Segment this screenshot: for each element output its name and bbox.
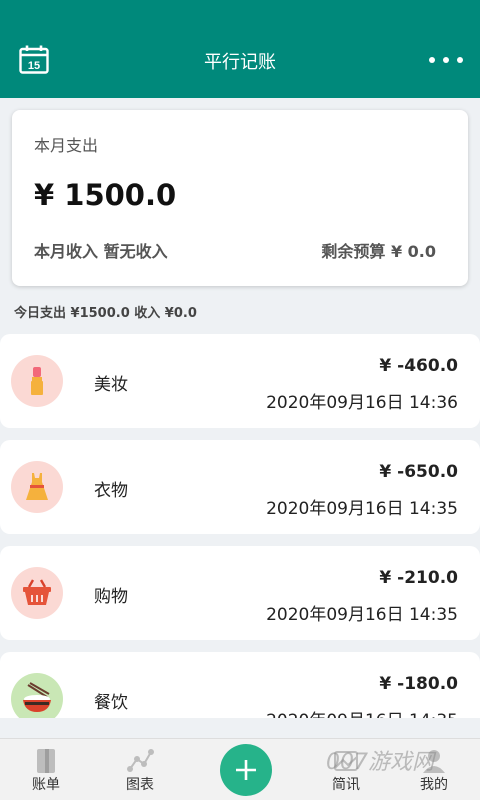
record-time: 2020年09月16日 14:35 [266, 706, 458, 718]
plus-icon [236, 760, 256, 780]
list-item[interactable]: 衣物 ¥ -650.0 2020年09月16日 14:35 [0, 440, 480, 534]
monthly-expense-label: 本月支出 [34, 136, 99, 155]
tab-chart-label: 图表 [126, 777, 154, 793]
record-category: 美妆 [94, 375, 128, 395]
monthly-income: 本月收入 暂无收入 [34, 242, 168, 261]
lipstick-icon [11, 355, 63, 407]
record-time: 2020年09月16日 14:35 [266, 605, 458, 625]
record-time: 2020年09月16日 14:36 [266, 393, 458, 413]
record-list[interactable]: 美妆 ¥ -460.0 2020年09月16日 14:36 衣物 ¥ -650.… [0, 334, 480, 718]
add-record-button[interactable] [220, 744, 272, 796]
app-title: 平行记账 [204, 52, 276, 73]
record-amount: ¥ -650.0 [379, 462, 458, 482]
tab-mine-label: 我的 [420, 777, 448, 793]
tab-bill-label: 账单 [32, 777, 60, 793]
list-item[interactable]: 餐饮 ¥ -180.0 2020年09月16日 14:35 [0, 652, 480, 718]
record-amount: ¥ -460.0 [379, 356, 458, 376]
monthly-expense-amount: ¥ 1500.0 [34, 178, 177, 212]
bill-icon [37, 749, 55, 773]
tab-bill[interactable]: 账单 [6, 739, 86, 800]
list-item[interactable]: 购物 ¥ -210.0 2020年09月16日 14:35 [0, 546, 480, 640]
record-category: 衣物 [94, 481, 128, 501]
watermark: 007游戏网 [326, 750, 434, 775]
tab-news-label: 简讯 [332, 777, 360, 793]
record-category: 餐饮 [94, 693, 128, 713]
record-amount: ¥ -180.0 [379, 674, 458, 694]
chart-icon [127, 749, 154, 772]
basket-icon [11, 567, 63, 619]
app-header: 15 平行记账 [0, 0, 480, 98]
record-amount: ¥ -210.0 [379, 568, 458, 588]
tab-chart[interactable]: 图表 [100, 739, 180, 800]
rice-bowl-icon [11, 673, 63, 718]
record-time: 2020年09月16日 14:35 [266, 499, 458, 519]
list-item[interactable]: 美妆 ¥ -460.0 2020年09月16日 14:36 [0, 334, 480, 428]
remaining-budget: 剩余预算 ¥ 0.0 [321, 242, 436, 261]
record-category: 购物 [94, 587, 128, 607]
dress-icon [11, 461, 63, 513]
today-summary: 今日支出 ¥1500.0 收入 ¥0.0 [14, 306, 197, 321]
more-icon[interactable] [428, 50, 464, 70]
monthly-summary-card[interactable]: 本月支出 ¥ 1500.0 本月收入 暂无收入 剩余预算 ¥ 0.0 [12, 110, 468, 286]
